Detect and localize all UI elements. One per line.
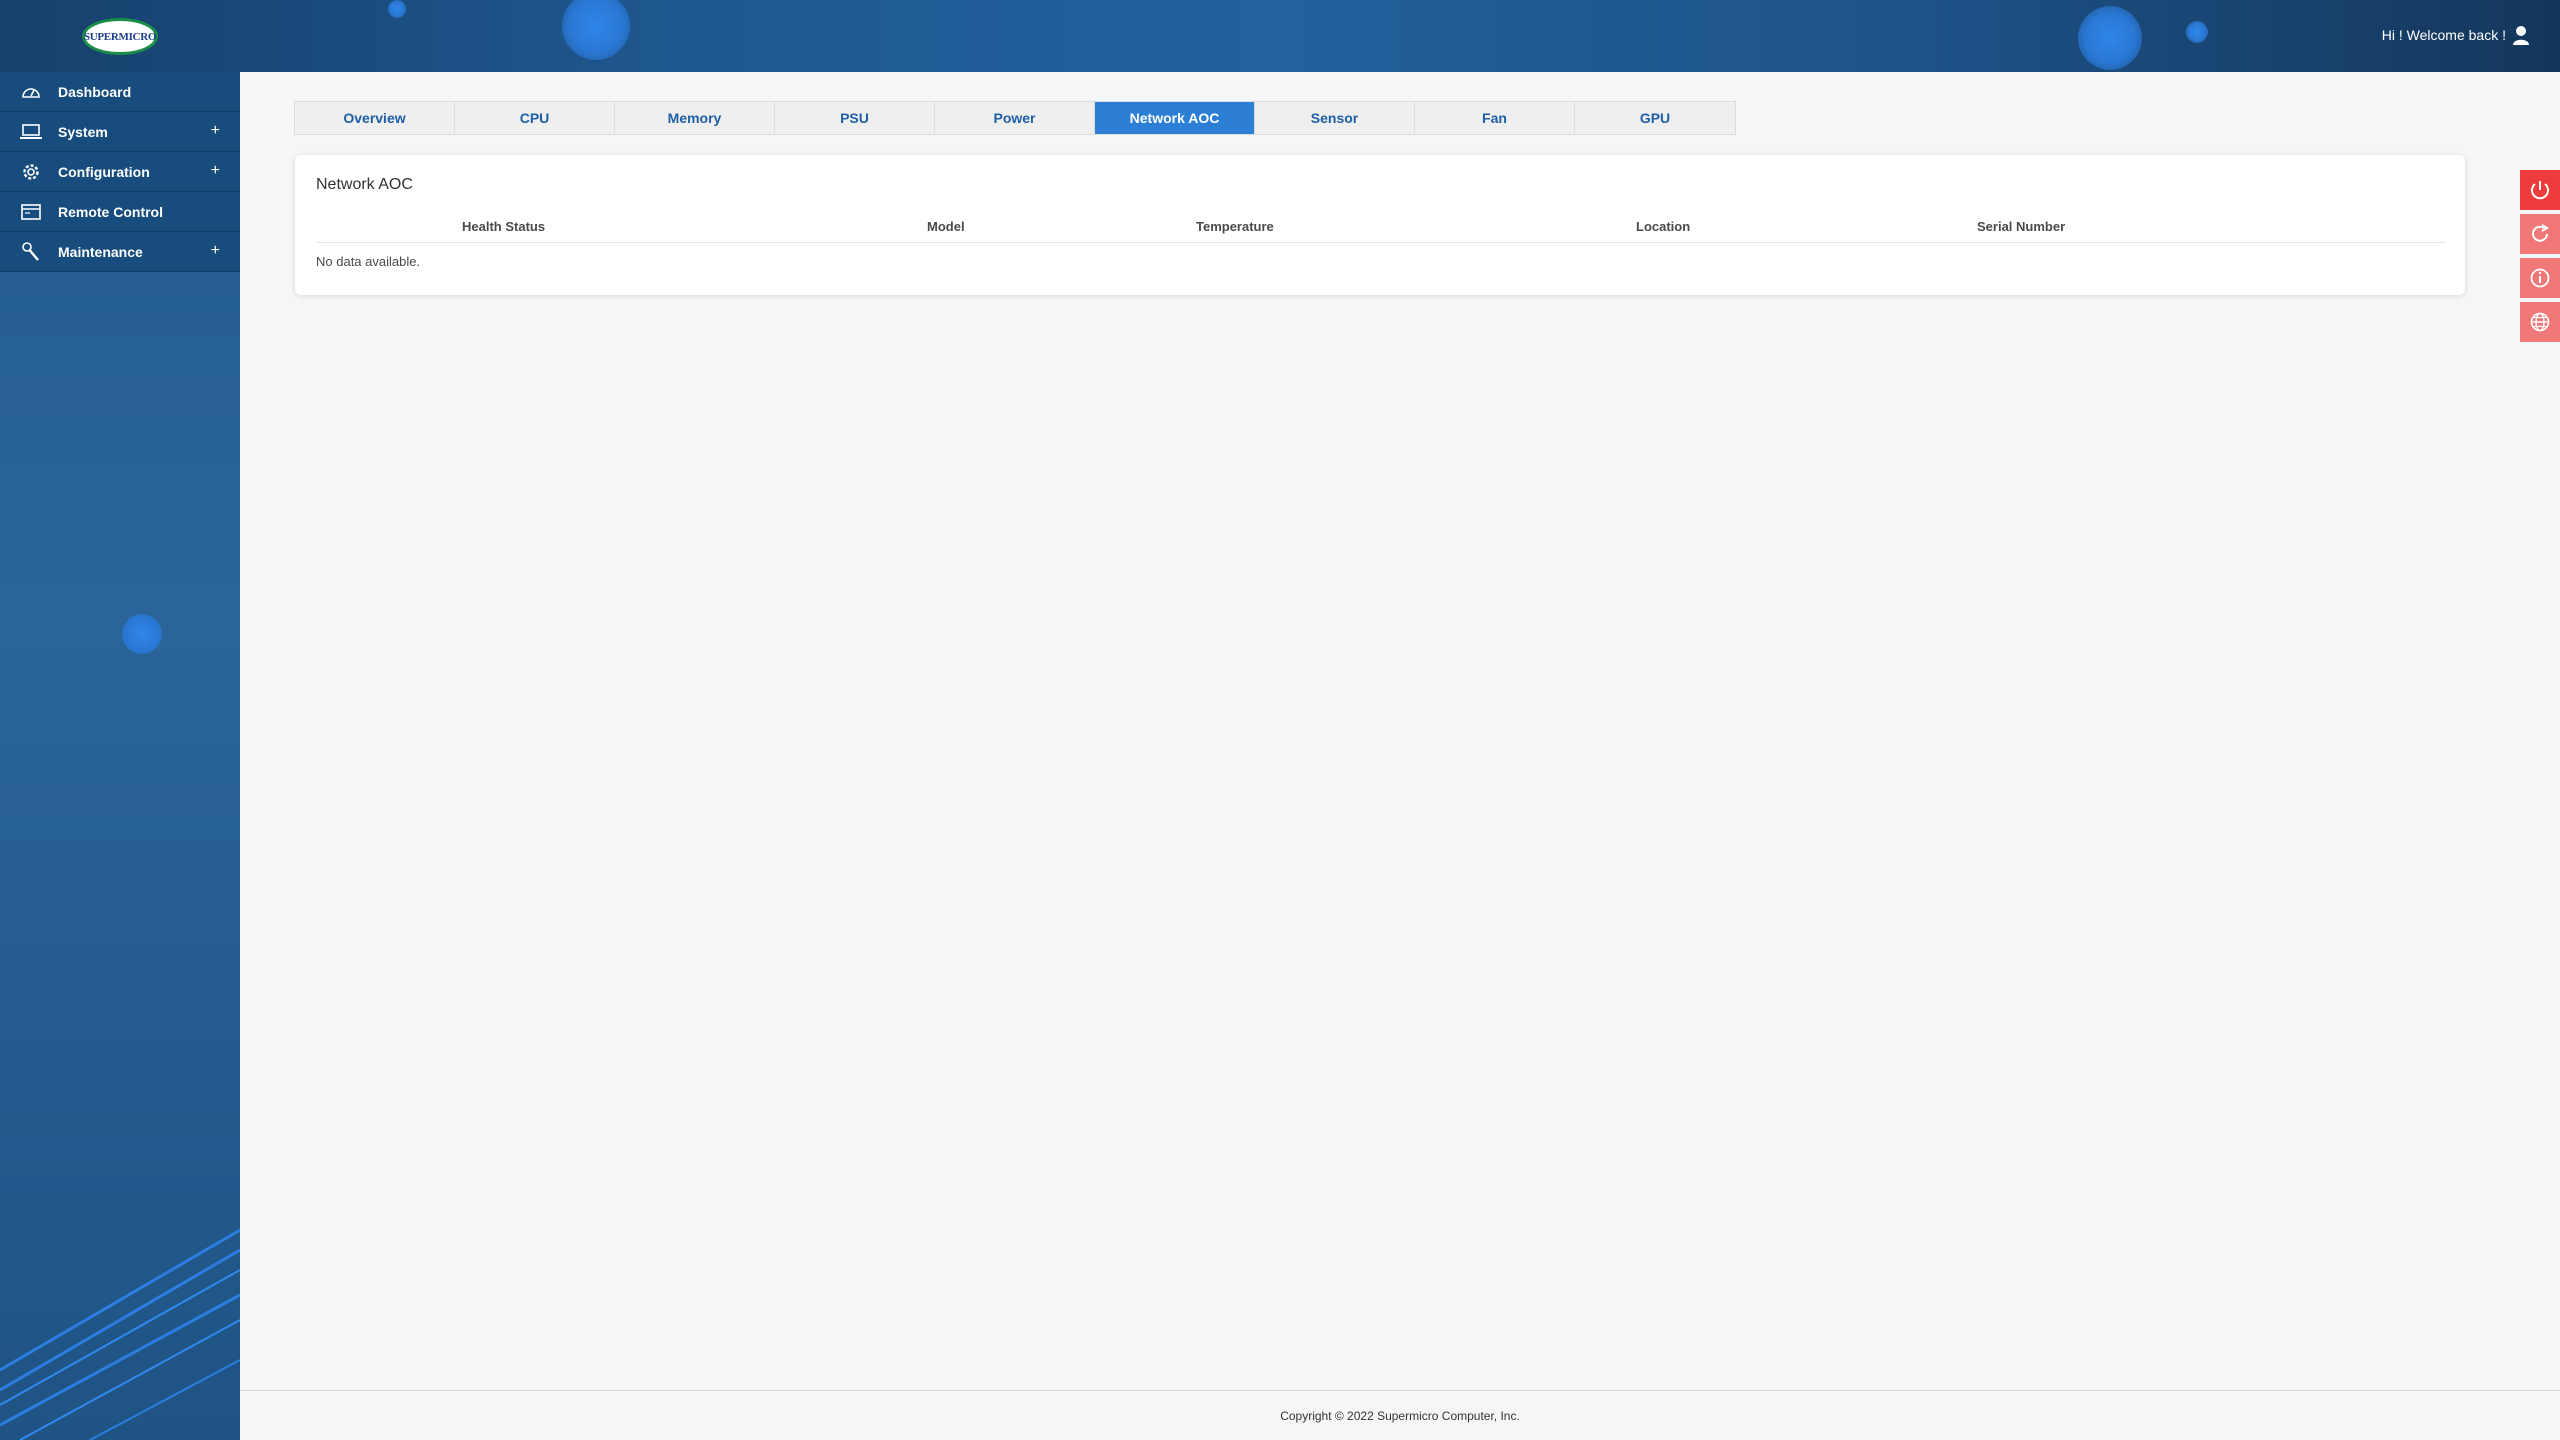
card-title: Network AOC (316, 176, 413, 193)
decor-bubble (2186, 21, 2208, 43)
column-header-serial-number[interactable]: Serial Number (1977, 219, 2065, 234)
laptop-icon (20, 121, 42, 143)
sidebar-item-dashboard[interactable]: Dashboard (0, 72, 240, 112)
sidebar-item-system[interactable]: System + (0, 112, 240, 152)
console-window-icon (20, 201, 42, 223)
tab-network-aoc[interactable]: Network AOC (1095, 102, 1255, 134)
power-button[interactable] (2520, 170, 2560, 210)
column-header-temperature[interactable]: Temperature (1196, 219, 1274, 234)
quick-action-bar (2520, 170, 2560, 346)
welcome-message: Hi ! Welcome back ! (2381, 27, 2506, 43)
tab-memory[interactable]: Memory (615, 102, 775, 134)
refresh-button[interactable] (2520, 214, 2560, 254)
tab-fan[interactable]: Fan (1415, 102, 1575, 134)
column-header-health-status[interactable]: Health Status (462, 219, 545, 234)
decor-bubble (388, 0, 406, 18)
supermicro-logo[interactable]: SUPERMICRO (82, 18, 158, 55)
sidebar-item-label: Remote Control (58, 203, 163, 220)
tab-gpu[interactable]: GPU (1575, 102, 1735, 134)
tab-psu[interactable]: PSU (775, 102, 935, 134)
sidebar-item-maintenance[interactable]: Maintenance + (0, 232, 240, 272)
top-header: SUPERMICRO Hi ! Welcome back ! (0, 0, 2560, 72)
decor-bubble (2078, 6, 2142, 70)
user-icon[interactable] (2512, 25, 2530, 45)
copyright-text: Copyright © 2022 Supermicro Computer, In… (1280, 1408, 1520, 1423)
refresh-icon (2532, 224, 2549, 242)
sidebar-item-label: System (58, 123, 108, 140)
sidebar-item-configuration[interactable]: Configuration + (0, 152, 240, 192)
decor-light-streaks (0, 1228, 240, 1440)
sidebar-item-label: Dashboard (58, 83, 132, 100)
tab-overview[interactable]: Overview (295, 102, 455, 134)
dashboard-gauge-icon (20, 81, 42, 103)
sidebar-item-label: Configuration (58, 163, 150, 180)
info-button[interactable] (2520, 258, 2560, 298)
language-button[interactable] (2520, 302, 2560, 342)
logo-text: SUPERMICRO (83, 30, 157, 43)
tab-bar: Overview CPU Memory PSU Power Network AO… (294, 101, 1736, 135)
sidebar: Dashboard System + Configuration + Remot… (0, 72, 240, 1440)
tab-sensor[interactable]: Sensor (1255, 102, 1415, 134)
column-header-location[interactable]: Location (1636, 219, 1690, 234)
expand-icon[interactable]: + (211, 162, 220, 180)
footer: Copyright © 2022 Supermicro Computer, In… (240, 1390, 2560, 1440)
empty-table-message: No data available. (316, 254, 421, 269)
main-content: Overview CPU Memory PSU Power Network AO… (240, 72, 2560, 1390)
table-header: Health Status Model Temperature Location… (316, 217, 2446, 243)
expand-icon[interactable]: + (211, 122, 220, 140)
decor-bubble (122, 614, 162, 654)
expand-icon[interactable]: + (211, 242, 220, 260)
column-header-model[interactable]: Model (927, 219, 965, 234)
wrench-icon (20, 241, 42, 263)
globe-icon (2530, 312, 2550, 332)
sidebar-item-remote-control[interactable]: Remote Control (0, 192, 240, 232)
power-icon (2531, 181, 2549, 200)
tab-power[interactable]: Power (935, 102, 1095, 134)
sidebar-item-label: Maintenance (58, 243, 143, 260)
tab-cpu[interactable]: CPU (455, 102, 615, 134)
gear-icon (20, 161, 42, 183)
network-aoc-card: Network AOC Health Status Model Temperat… (295, 155, 2465, 295)
info-icon (2530, 268, 2550, 288)
decor-bubble (562, 0, 630, 60)
